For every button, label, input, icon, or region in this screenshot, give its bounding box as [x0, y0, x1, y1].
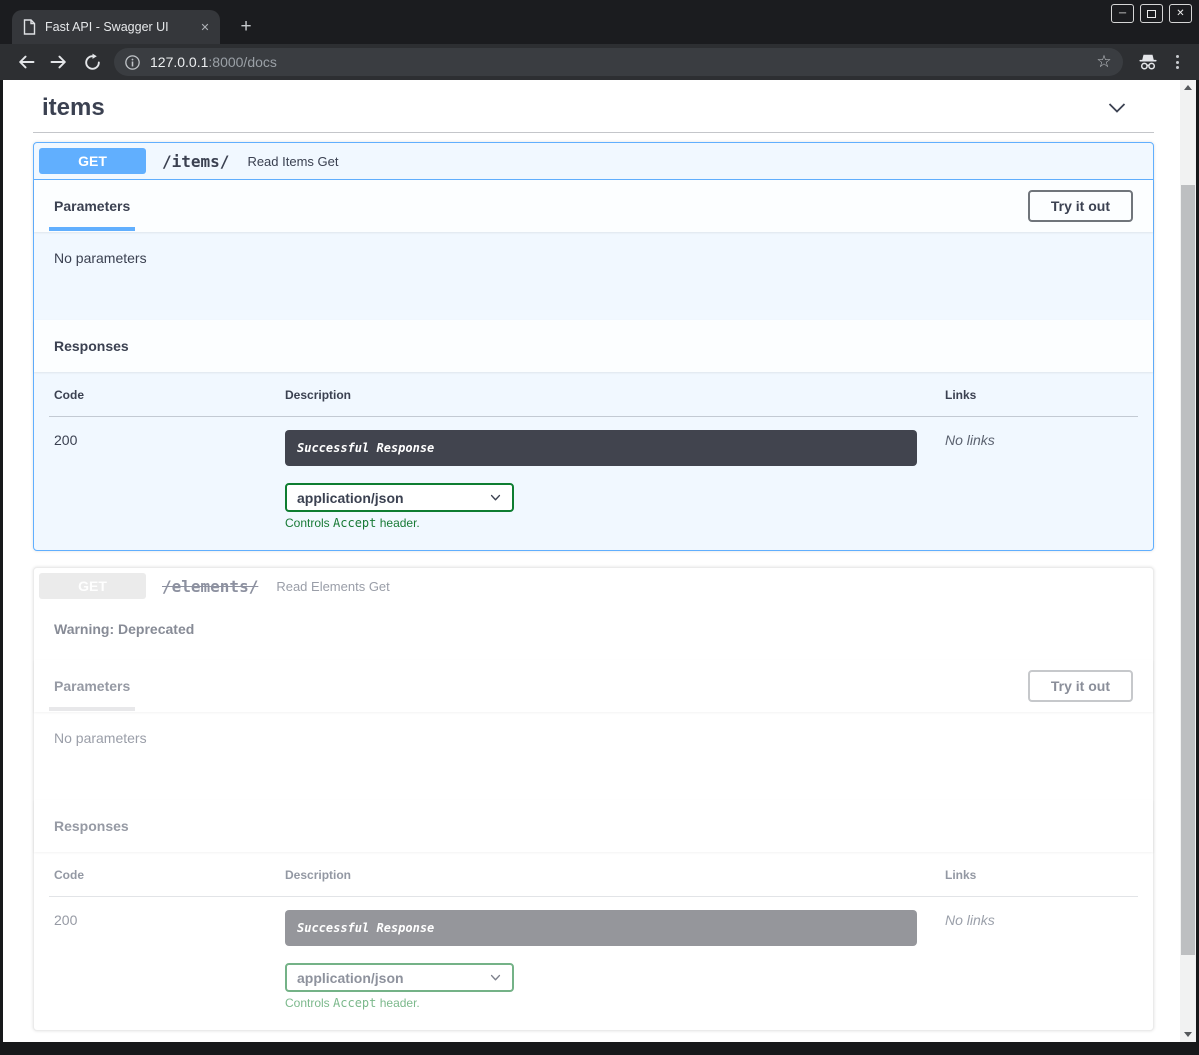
- parameters-body: No parameters: [34, 232, 1153, 320]
- scrollbar[interactable]: [1180, 80, 1196, 1042]
- responses-table: Code Description Links 200 Successful Re…: [34, 372, 1153, 550]
- tag-title: items: [42, 94, 1105, 122]
- scrollbar-thumb[interactable]: [1181, 185, 1195, 955]
- maximize-icon: [1147, 10, 1156, 18]
- browser-toolbar: 127.0.0.1:8000/docs ☆: [0, 44, 1199, 80]
- url-host: 127.0.0.1: [150, 54, 208, 70]
- close-button[interactable]: ✕: [1169, 4, 1192, 23]
- url-text[interactable]: 127.0.0.1:8000/docs: [150, 54, 1091, 70]
- deprecated-warning-text: Warning: Deprecated: [54, 621, 194, 637]
- response-code: 200: [49, 430, 285, 530]
- forward-button[interactable]: [45, 48, 73, 76]
- tab-strip: Fast API - Swagger UI ✕ + ─ ✕: [0, 0, 1199, 44]
- accept-header-note: Controls Accept header.: [285, 516, 945, 530]
- no-parameters-message: No parameters: [54, 250, 1133, 266]
- browser-menu-button[interactable]: [1165, 48, 1189, 76]
- media-type-select[interactable]: application/json: [285, 483, 514, 512]
- parameters-header: Parameters Try it out: [34, 660, 1153, 712]
- responses-table: Code Description Links 200 Successful Re…: [34, 852, 1153, 1030]
- tab-title: Fast API - Swagger UI: [45, 20, 196, 34]
- response-code: 200: [49, 910, 285, 1010]
- parameters-header: Parameters Try it out: [34, 180, 1153, 232]
- responses-title: Responses: [54, 338, 129, 354]
- bookmark-star-icon[interactable]: ☆: [1091, 49, 1117, 75]
- try-it-out-button[interactable]: Try it out: [1028, 670, 1133, 702]
- accept-header-note: Controls Accept header.: [285, 996, 945, 1010]
- opblock-get-elements-deprecated: GET /elements/ Read Elements Get Warning…: [33, 567, 1154, 1031]
- method-badge: GET: [39, 148, 146, 174]
- select-chevron-icon: [489, 491, 502, 504]
- media-type-value: application/json: [297, 970, 404, 986]
- maximize-button[interactable]: [1140, 4, 1163, 23]
- parameters-tab[interactable]: Parameters: [54, 198, 130, 214]
- media-type-select[interactable]: application/json: [285, 963, 514, 992]
- window-controls: ─ ✕: [1111, 4, 1192, 23]
- browser-tab[interactable]: Fast API - Swagger UI ✕: [12, 10, 220, 44]
- parameters-tab[interactable]: Parameters: [54, 678, 130, 694]
- opblock-summary[interactable]: GET /items/ Read Items Get: [34, 143, 1153, 180]
- responses-table-head: Code Description Links: [49, 868, 1138, 897]
- description-column-header: Description: [285, 388, 945, 402]
- responses-title: Responses: [54, 818, 129, 834]
- responses-table-head: Code Description Links: [49, 388, 1138, 417]
- collapse-chevron-icon[interactable]: [1105, 96, 1129, 120]
- scrollbar-up-button[interactable]: [1180, 80, 1196, 95]
- links-column-header: Links: [945, 388, 1138, 402]
- tab-close-icon[interactable]: ✕: [196, 18, 214, 36]
- scroll-down-icon: [1184, 1032, 1192, 1037]
- endpoint-path: /elements/: [146, 577, 268, 596]
- responses-header: Responses: [34, 800, 1153, 852]
- url-path: :8000/docs: [208, 54, 277, 70]
- endpoint-path: /items/: [146, 152, 239, 171]
- code-column-header: Code: [49, 868, 285, 882]
- forward-arrow-icon: [49, 52, 69, 72]
- opblock-summary[interactable]: GET /elements/ Read Elements Get: [34, 568, 1153, 604]
- no-parameters-message: No parameters: [54, 730, 1133, 746]
- select-chevron-icon: [489, 971, 502, 984]
- code-column-header: Code: [49, 388, 285, 402]
- reload-icon: [83, 53, 102, 72]
- browser-window: Fast API - Swagger UI ✕ + ─ ✕ 127.0.0.1:…: [0, 0, 1199, 1055]
- response-row: 200 Successful Response application/json…: [49, 897, 1138, 1010]
- address-bar[interactable]: 127.0.0.1:8000/docs ☆: [114, 48, 1123, 76]
- links-column-header: Links: [945, 868, 1138, 882]
- incognito-icon: [1133, 48, 1163, 76]
- minimize-button[interactable]: ─: [1111, 4, 1134, 23]
- swagger-page: items GET /items/ Read Items Get Paramet…: [3, 80, 1180, 1042]
- scrollbar-down-button[interactable]: [1180, 1027, 1196, 1042]
- try-it-out-button[interactable]: Try it out: [1028, 190, 1133, 222]
- page-favicon-icon: [23, 19, 36, 35]
- back-button[interactable]: [12, 48, 40, 76]
- page-content: items GET /items/ Read Items Get Paramet…: [3, 80, 1196, 1042]
- tag-section-header[interactable]: items: [33, 90, 1154, 133]
- back-arrow-icon: [16, 52, 36, 72]
- scroll-up-icon: [1184, 85, 1192, 90]
- responses-header: Responses: [34, 320, 1153, 372]
- method-badge: GET: [39, 573, 146, 599]
- media-type-value: application/json: [297, 490, 404, 506]
- new-tab-button[interactable]: +: [233, 14, 259, 40]
- opblock-get-items: GET /items/ Read Items Get Parameters Tr…: [33, 142, 1154, 551]
- endpoint-summary: Read Items Get: [247, 154, 338, 169]
- response-links: No links: [945, 430, 1138, 530]
- parameters-body: No parameters: [34, 712, 1153, 800]
- response-row: 200 Successful Response application/json…: [49, 417, 1138, 530]
- response-description: Successful Response: [285, 430, 917, 466]
- deprecated-warning: Warning: Deprecated: [34, 604, 1153, 660]
- response-links: No links: [945, 910, 1138, 1010]
- reload-button[interactable]: [78, 48, 106, 76]
- response-description: Successful Response: [285, 910, 917, 946]
- description-column-header: Description: [285, 868, 945, 882]
- site-info-icon[interactable]: [124, 54, 141, 71]
- endpoint-summary: Read Elements Get: [276, 579, 389, 594]
